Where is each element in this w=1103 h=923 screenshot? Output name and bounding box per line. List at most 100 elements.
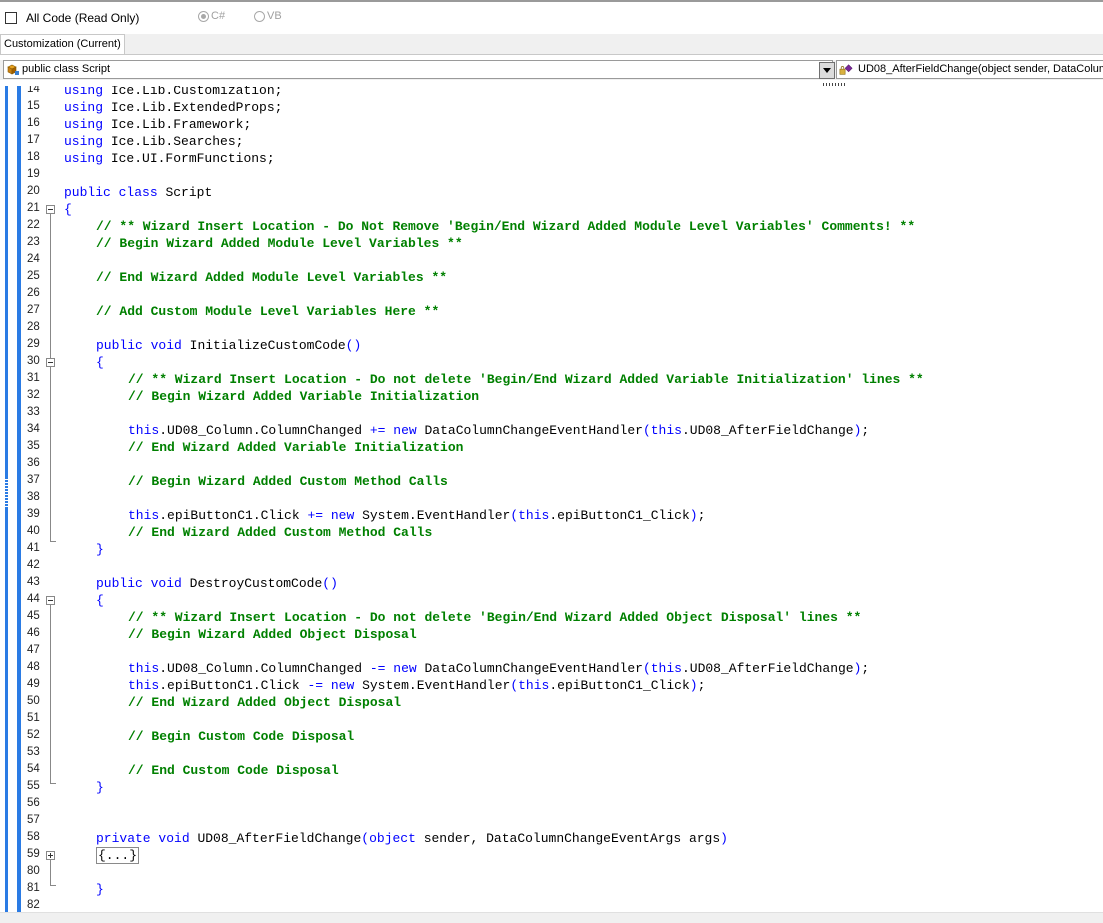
code-token: Script <box>157 185 213 200</box>
code-line[interactable]: 56 <box>0 796 1103 813</box>
code-token: ( <box>642 423 651 438</box>
code-token: this <box>128 508 160 523</box>
tab-strip: Customization (Current) <box>0 34 1103 55</box>
code-line[interactable]: 80 <box>0 864 1103 881</box>
code-text: // Begin Wizard Added Module Level Varia… <box>96 235 463 252</box>
code-line[interactable]: 55} <box>0 779 1103 796</box>
code-line[interactable]: 23 // Begin Wizard Added Module Level Var… <box>0 235 1103 252</box>
csharp-radio[interactable] <box>198 11 209 22</box>
code-line[interactable]: 38 <box>0 490 1103 507</box>
line-number: 40 <box>27 525 40 537</box>
code-line[interactable]: 32 // Begin Wizard Added Variable Initial… <box>0 388 1103 405</box>
code-text: // Begin Wizard Added Custom Method Call… <box>128 473 448 490</box>
code-line[interactable]: 41} <box>0 541 1103 558</box>
code-line[interactable]: 18 using Ice.UI.FormFunctions; <box>0 150 1103 167</box>
code-line[interactable]: 21{ <box>0 201 1103 218</box>
code-line[interactable]: 52 // Begin Custom Code Disposal <box>0 728 1103 745</box>
collapse-region-icon[interactable] <box>46 205 55 214</box>
code-line[interactable]: 28 <box>0 320 1103 337</box>
line-number: 54 <box>27 763 40 775</box>
code-line[interactable]: 81} <box>0 881 1103 898</box>
code-token: void <box>158 831 190 846</box>
code-text: } <box>96 541 104 558</box>
code-line[interactable]: 26 <box>0 286 1103 303</box>
navigation-dropdown-bar: public class Script UD08_AfterFieldChang… <box>0 60 1103 80</box>
code-editor[interactable]: 14 using Ice.Lib.Customization; 15 using Ic… <box>0 86 1103 912</box>
code-token: // Begin Wizard Added Object Disposal <box>128 627 417 642</box>
code-line[interactable]: 19 <box>0 167 1103 184</box>
collapse-region-icon[interactable] <box>46 596 55 605</box>
code-line[interactable]: 51 <box>0 711 1103 728</box>
code-line[interactable]: 22 // ** Wizard Insert Location - Do Not … <box>0 218 1103 235</box>
code-line[interactable]: 29 public void InitializeCustomCode() <box>0 337 1103 354</box>
line-number: 37 <box>27 474 40 486</box>
code-token: DestroyCustomCode <box>181 576 323 591</box>
line-number: 20 <box>27 185 40 197</box>
collapsed-region[interactable]: {...} <box>96 847 140 864</box>
line-number: 57 <box>27 814 40 826</box>
line-number: 50 <box>27 695 40 707</box>
code-line[interactable]: 20 public class Script <box>0 184 1103 201</box>
code-line[interactable]: 30{ <box>0 354 1103 371</box>
code-line[interactable]: 50 // End Wizard Added Object Disposal <box>0 694 1103 711</box>
code-token: using <box>64 100 104 115</box>
code-line[interactable]: 44{ <box>0 592 1103 609</box>
code-line[interactable]: 82 <box>0 898 1103 912</box>
code-line[interactable]: 36 <box>0 456 1103 473</box>
code-token: new <box>330 508 355 523</box>
code-token: // ** Wizard Insert Location - Do not de… <box>128 372 924 387</box>
class-selector-dropdown[interactable]: public class Script <box>3 60 835 79</box>
code-line[interactable]: 42 <box>0 558 1103 575</box>
vb-radio[interactable] <box>254 11 265 22</box>
code-text: // Begin Wizard Added Object Disposal <box>128 626 417 643</box>
code-line[interactable]: 39 this.epiButtonC1.Click += new System.E… <box>0 507 1103 524</box>
code-line[interactable]: 47 <box>0 643 1103 660</box>
code-line[interactable]: 57 <box>0 813 1103 830</box>
code-line[interactable]: 14 using Ice.Lib.Customization; <box>0 86 1103 99</box>
line-number: 19 <box>27 168 40 180</box>
member-selector-value: UD08_AfterFieldChange(object sender, Dat… <box>858 63 1103 75</box>
code-line[interactable]: 16 using Ice.Lib.Framework; <box>0 116 1103 133</box>
code-line[interactable]: 53 <box>0 745 1103 762</box>
tab-customization-current[interactable]: Customization (Current) <box>0 34 125 54</box>
code-line[interactable]: 24 <box>0 252 1103 269</box>
line-number: 58 <box>27 831 40 843</box>
code-line[interactable]: 48 this.UD08_Column.ColumnChanged -= new … <box>0 660 1103 677</box>
line-number: 25 <box>27 270 40 282</box>
code-line[interactable]: 40 // End Wizard Added Custom Method Call… <box>0 524 1103 541</box>
line-number: 15 <box>27 100 40 112</box>
code-line[interactable]: 15 using Ice.Lib.ExtendedProps; <box>0 99 1103 116</box>
expand-region-icon[interactable] <box>46 851 55 860</box>
code-line[interactable]: 25 // End Wizard Added Module Level Varia… <box>0 269 1103 286</box>
class-selector-chevron-down-icon[interactable] <box>819 62 835 79</box>
code-line[interactable]: 33 <box>0 405 1103 422</box>
code-line[interactable]: 35 // End Wizard Added Variable Initializ… <box>0 439 1103 456</box>
code-line[interactable]: 45 // ** Wizard Insert Location - Do not … <box>0 609 1103 626</box>
collapse-region-icon[interactable] <box>46 358 55 367</box>
code-line[interactable]: 59 {...} <box>0 847 1103 864</box>
line-number: 14 <box>27 86 40 95</box>
code-token: Ice.Lib.Searches; <box>103 134 244 149</box>
code-line[interactable]: 34 this.UD08_Column.ColumnChanged += new … <box>0 422 1103 439</box>
class-selector-value: public class Script <box>22 63 111 75</box>
line-number: 27 <box>27 304 40 316</box>
code-token: ) <box>720 831 728 846</box>
code-line[interactable]: 54 // End Custom Code Disposal <box>0 762 1103 779</box>
code-line[interactable]: 43 public void DestroyCustomCode() <box>0 575 1103 592</box>
code-line[interactable]: 17 using Ice.Lib.Searches; <box>0 133 1103 150</box>
line-number: 39 <box>27 508 40 520</box>
code-line[interactable]: 27 // Add Custom Module Level Variables H… <box>0 303 1103 320</box>
code-line[interactable]: 31 // ** Wizard Insert Location - Do not … <box>0 371 1103 388</box>
line-number: 29 <box>27 338 40 350</box>
code-token: new <box>330 678 355 693</box>
code-token: this <box>650 423 682 438</box>
code-line[interactable]: 37 // Begin Wizard Added Custom Method Ca… <box>0 473 1103 490</box>
code-token: using <box>64 117 104 132</box>
code-token: ) <box>689 678 698 693</box>
member-selector-dropdown[interactable]: UD08_AfterFieldChange(object sender, Dat… <box>836 60 1103 79</box>
code-line[interactable]: 49 this.epiButtonC1.Click -= new System.E… <box>0 677 1103 694</box>
code-line[interactable]: 46 // Begin Wizard Added Object Disposal <box>0 626 1103 643</box>
line-number: 43 <box>27 576 40 588</box>
all-code-checkbox[interactable] <box>5 12 17 24</box>
code-line[interactable]: 58 private void UD08_AfterFieldChange(obj… <box>0 830 1103 847</box>
